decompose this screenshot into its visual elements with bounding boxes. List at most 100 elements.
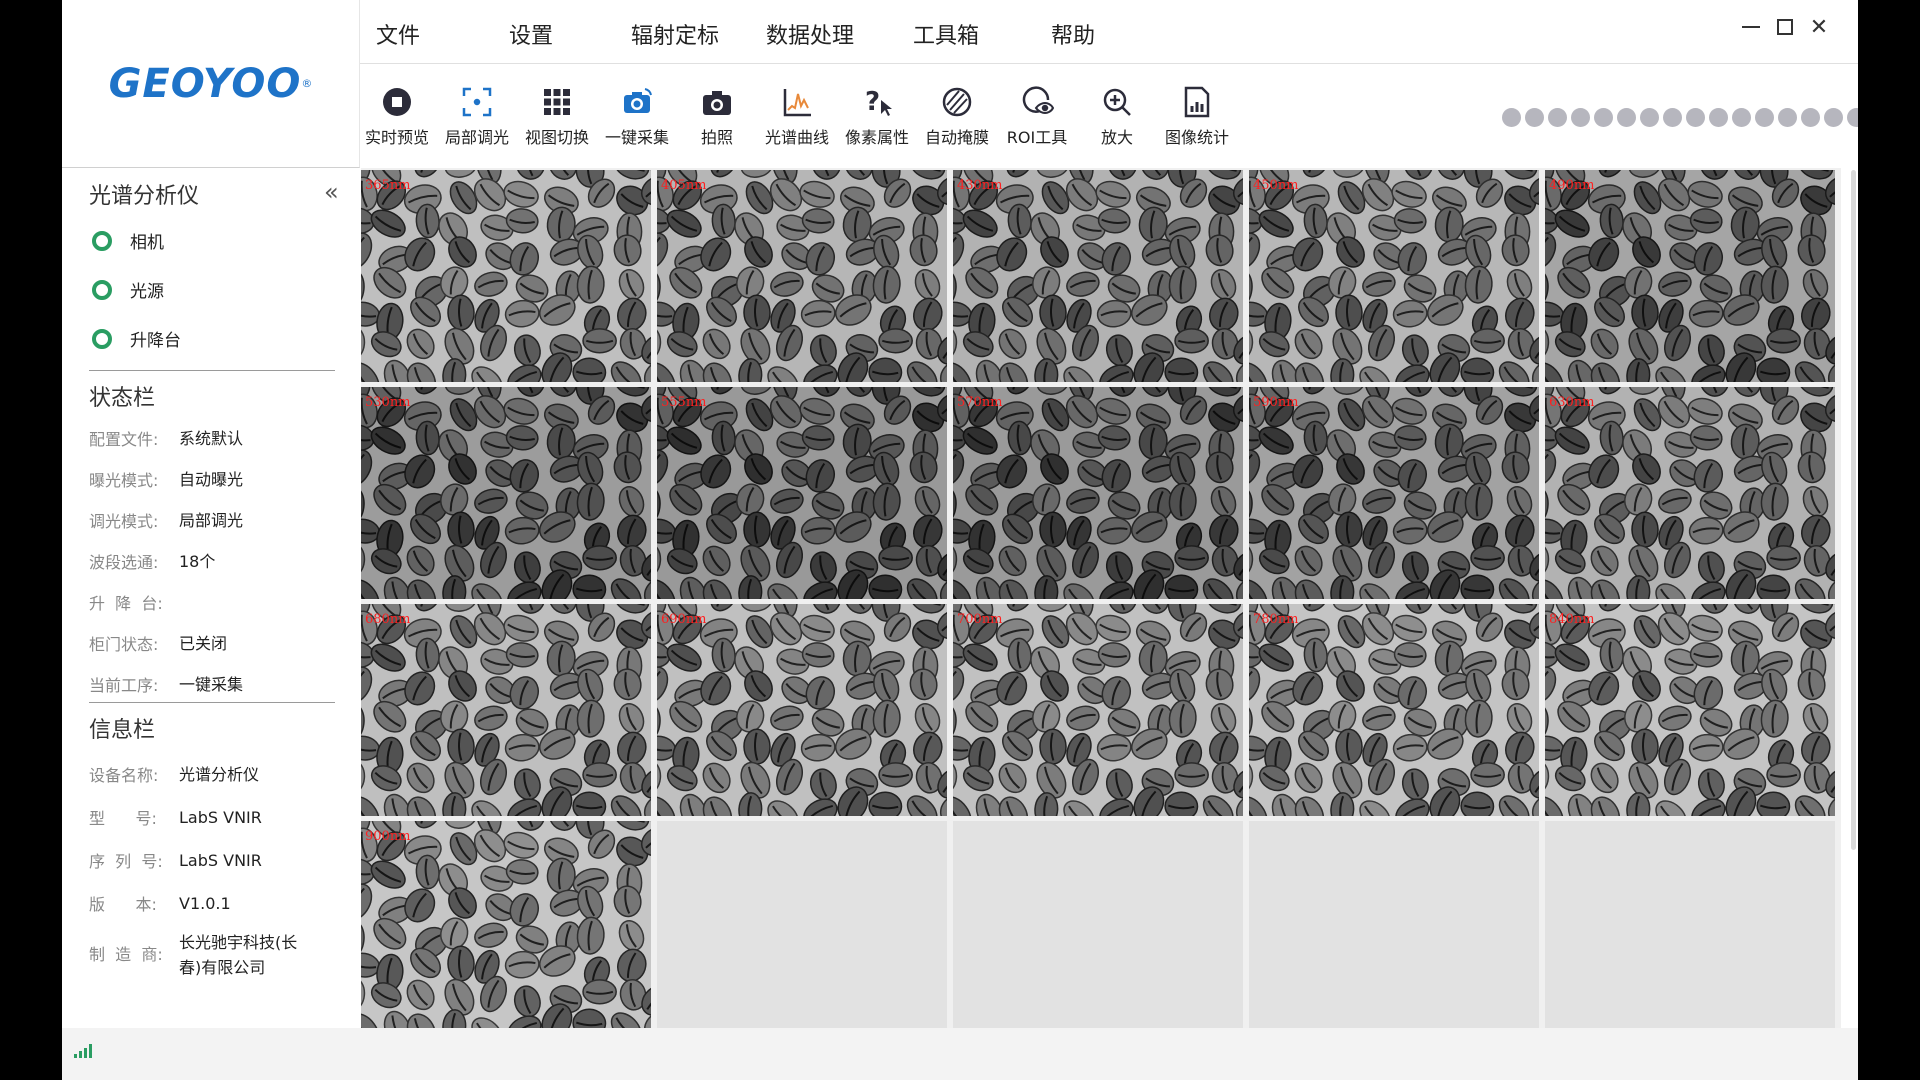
band-selector bbox=[1502, 108, 1858, 127]
info-key: 版 本: bbox=[89, 895, 157, 914]
camera-icon bbox=[699, 84, 735, 120]
band-dot[interactable] bbox=[1755, 108, 1774, 127]
info-key: 制 造 商: bbox=[89, 945, 163, 964]
grid-view-icon bbox=[539, 84, 575, 120]
tool-view-switch[interactable]: 视图切换 bbox=[512, 84, 602, 148]
status-row: 升 降 台: bbox=[89, 590, 319, 614]
band-image[interactable]: 430nm bbox=[953, 170, 1243, 382]
menu-file[interactable]: 文件 bbox=[376, 18, 420, 50]
status-value: 自动曝光 bbox=[179, 470, 244, 489]
band-image[interactable]: 405nm bbox=[657, 170, 947, 382]
menu-settings[interactable]: 设置 bbox=[509, 18, 553, 50]
band-wavelength-label: 570nm bbox=[957, 395, 1003, 410]
band-dot[interactable] bbox=[1548, 108, 1567, 127]
band-dot[interactable] bbox=[1525, 108, 1544, 127]
menu-radiometric-calibration[interactable]: 辐射定标 bbox=[631, 18, 719, 50]
tool-label: 拍照 bbox=[700, 128, 733, 147]
band-dot[interactable] bbox=[1571, 108, 1590, 127]
band-image-canvas bbox=[361, 387, 651, 599]
tool-label: 一键采集 bbox=[604, 128, 669, 147]
band-image[interactable]: 630nm bbox=[1545, 387, 1835, 599]
svg-text:?: ? bbox=[865, 87, 880, 117]
grid-scrollbar[interactable] bbox=[1851, 170, 1856, 850]
tool-live-preview[interactable]: 实时预览 bbox=[352, 84, 442, 148]
status-key: 波段选通: bbox=[89, 553, 159, 572]
band-dot[interactable] bbox=[1778, 108, 1797, 127]
app-window: GEOYOO ® 文件 设置 辐射定标 数据处理 工具箱 帮助 ✕ 实时预览 局部… bbox=[62, 0, 1858, 1080]
band-image[interactable]: 365nm bbox=[361, 170, 651, 382]
status-key: 配置文件: bbox=[89, 430, 159, 449]
logo-text: GEOYOO bbox=[108, 60, 302, 107]
band-image[interactable]: 700nm bbox=[953, 604, 1243, 816]
band-image[interactable]: 780nm bbox=[1249, 604, 1539, 816]
band-wavelength-label: 700nm bbox=[957, 612, 1003, 627]
info-row: 型 号: LabS VNIR bbox=[89, 805, 319, 830]
tool-auto-mask[interactable]: 自动掩膜 bbox=[912, 84, 1002, 148]
band-wavelength-label: 680nm bbox=[365, 612, 411, 627]
band-image[interactable]: 555nm bbox=[657, 387, 947, 599]
statistics-icon bbox=[1179, 84, 1215, 120]
empty-image-slot bbox=[1249, 821, 1539, 1033]
band-image[interactable]: 450nm bbox=[1249, 170, 1539, 382]
info-row: 制 造 商: 长光驰宇科技(长春)有限公司 bbox=[89, 930, 319, 980]
tool-label: 视图切换 bbox=[524, 128, 589, 147]
tool-photo[interactable]: 拍照 bbox=[672, 84, 762, 148]
status-row: 当前工序: 一键采集 bbox=[89, 672, 319, 697]
collapse-panel-button[interactable]: « bbox=[324, 178, 339, 206]
band-dot[interactable] bbox=[1732, 108, 1751, 127]
status-ring-icon bbox=[92, 328, 112, 349]
status-key: 曝光模式: bbox=[89, 471, 159, 490]
band-image[interactable]: 680nm bbox=[361, 604, 651, 816]
tool-one-key-capture[interactable]: 一键采集 bbox=[592, 84, 682, 148]
band-image[interactable]: 690nm bbox=[657, 604, 947, 816]
band-dot[interactable] bbox=[1663, 108, 1682, 127]
status-row: 配置文件: 系统默认 bbox=[89, 426, 319, 451]
band-image[interactable]: 590nm bbox=[1249, 387, 1539, 599]
info-row: 版 本: V1.0.1 bbox=[89, 891, 319, 916]
band-image[interactable]: 900nm bbox=[361, 821, 651, 1033]
tool-local-dimming[interactable]: 局部调光 bbox=[432, 84, 522, 148]
empty-image-slot bbox=[657, 821, 947, 1033]
close-button[interactable]: ✕ bbox=[1808, 14, 1830, 40]
empty-image-slot bbox=[1545, 821, 1835, 1033]
band-dot[interactable] bbox=[1502, 108, 1521, 127]
band-image-canvas bbox=[1249, 604, 1539, 816]
tool-zoom-in[interactable]: 放大 bbox=[1072, 84, 1162, 148]
divider bbox=[89, 370, 335, 371]
tool-label: 实时预览 bbox=[364, 128, 429, 147]
band-dot[interactable] bbox=[1617, 108, 1636, 127]
menu-help[interactable]: 帮助 bbox=[1051, 18, 1095, 50]
minimize-button[interactable] bbox=[1740, 16, 1762, 38]
menu-data-processing[interactable]: 数据处理 bbox=[766, 18, 854, 50]
tool-spectrum-curve[interactable]: 光谱曲线 bbox=[752, 84, 842, 148]
maximize-button[interactable] bbox=[1774, 16, 1796, 38]
band-image-canvas bbox=[657, 387, 947, 599]
info-value: LabS VNIR bbox=[179, 808, 262, 827]
focus-frame-icon bbox=[459, 84, 495, 120]
close-icon: ✕ bbox=[1809, 14, 1829, 40]
band-image-canvas bbox=[1249, 387, 1539, 599]
info-value: V1.0.1 bbox=[179, 894, 231, 913]
divider bbox=[89, 702, 335, 703]
status-title: 状态栏 bbox=[89, 386, 156, 411]
tool-pixel-attributes[interactable]: ? 像素属性 bbox=[832, 84, 922, 148]
toolbar: 实时预览 局部调光 视图切换 一键采集 拍照 光谱曲线 ? 像素属性 自动掩膜 … bbox=[360, 64, 1858, 168]
band-dot[interactable] bbox=[1709, 108, 1728, 127]
band-dot[interactable] bbox=[1801, 108, 1820, 127]
band-dot[interactable] bbox=[1847, 108, 1858, 127]
menu-toolbox[interactable]: 工具箱 bbox=[913, 18, 979, 50]
band-dot[interactable] bbox=[1686, 108, 1705, 127]
band-image[interactable]: 490nm bbox=[1545, 170, 1835, 382]
band-wavelength-label: 630nm bbox=[1549, 395, 1595, 410]
tool-image-statistics[interactable]: 图像统计 bbox=[1152, 84, 1242, 148]
band-image[interactable]: 570nm bbox=[953, 387, 1243, 599]
minimize-icon bbox=[1742, 26, 1760, 28]
double-chevron-left-icon: « bbox=[324, 178, 339, 206]
tool-roi[interactable]: ROI工具 bbox=[992, 84, 1082, 148]
band-dot[interactable] bbox=[1594, 108, 1613, 127]
band-image[interactable]: 530nm bbox=[361, 387, 651, 599]
band-dot[interactable] bbox=[1824, 108, 1843, 127]
spectrum-chart-icon bbox=[779, 84, 815, 120]
band-image[interactable]: 840nm bbox=[1545, 604, 1835, 816]
band-dot[interactable] bbox=[1640, 108, 1659, 127]
